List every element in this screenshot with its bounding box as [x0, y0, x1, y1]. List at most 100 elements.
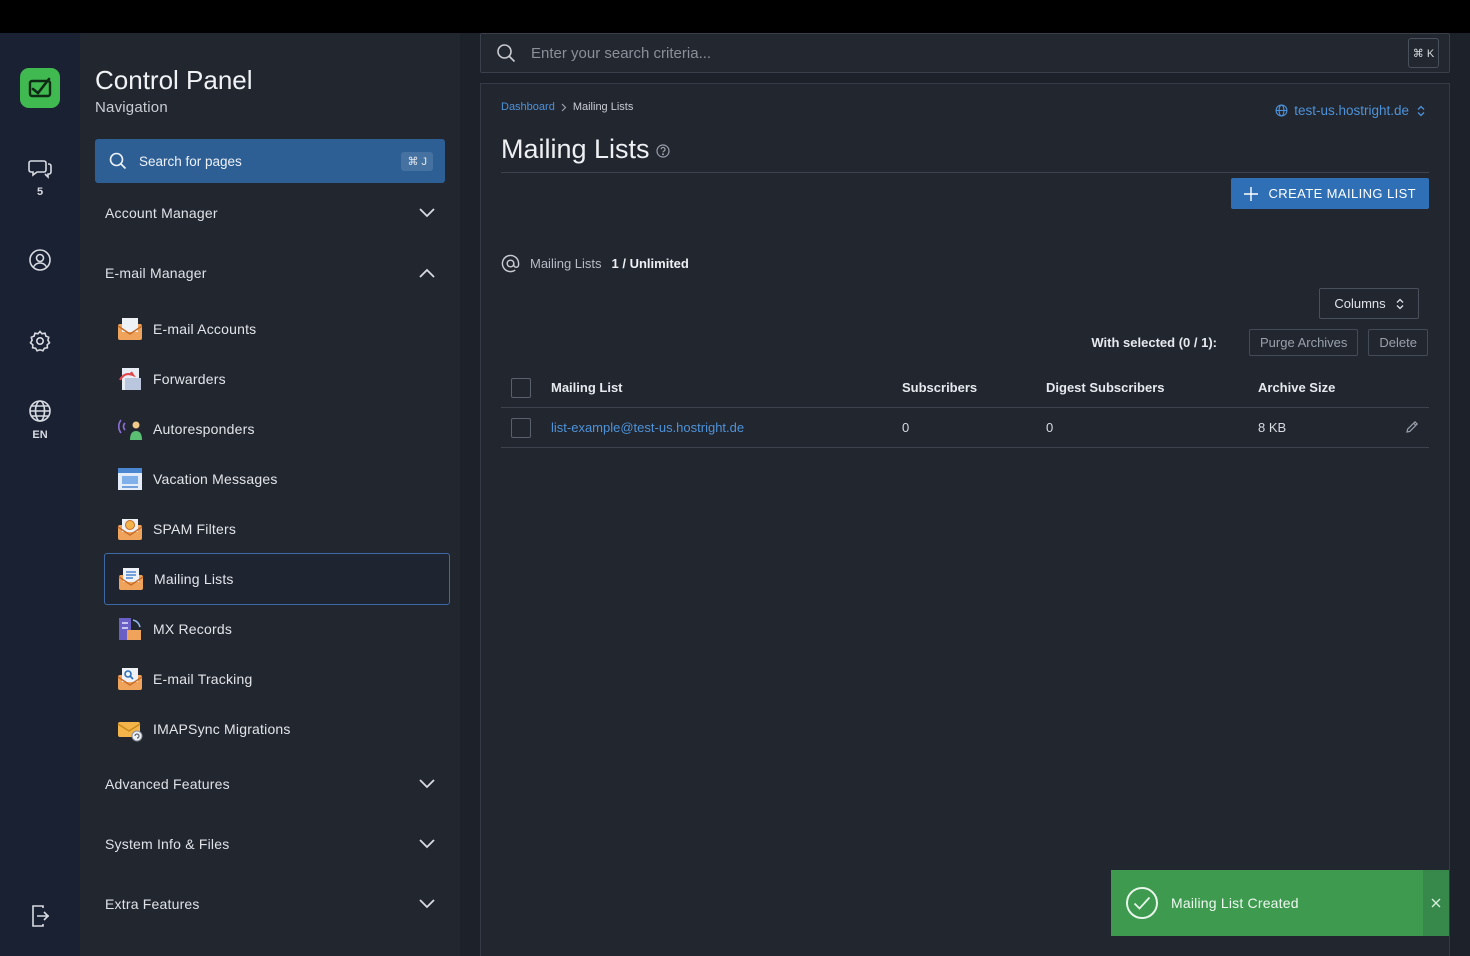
- sidebar-item-forwarders[interactable]: Forwarders: [104, 353, 450, 405]
- chevron-down-icon: [419, 208, 435, 218]
- col-subscribers[interactable]: Subscribers: [902, 380, 977, 395]
- at-sign-icon: [501, 254, 520, 273]
- sidebar-item-spam-filters[interactable]: SPAM Filters: [104, 503, 450, 555]
- digest-cell: 0: [1046, 420, 1054, 435]
- rail-logout[interactable]: [0, 904, 80, 928]
- window-top-bar: [0, 0, 1470, 33]
- columns-button[interactable]: Columns: [1319, 288, 1419, 319]
- imapsync-icon: [117, 716, 143, 742]
- updown-chevron-icon: [1417, 105, 1425, 116]
- app-logo[interactable]: [20, 68, 60, 108]
- spam-filters-icon: [117, 516, 143, 542]
- sidebar-item-label: E-mail Accounts: [153, 321, 257, 337]
- sidebar-item-label: Mailing Lists: [154, 571, 234, 587]
- col-archive-size[interactable]: Archive Size: [1258, 380, 1335, 395]
- section-system-info[interactable]: System Info & Files: [105, 832, 435, 856]
- navigation-panel: Control Panel Navigation Search for page…: [80, 33, 460, 956]
- forwarders-icon: [117, 366, 143, 392]
- quota-info: Mailing Lists 1 / Unlimited: [501, 254, 689, 273]
- page-search-button[interactable]: Search for pages ⌘ J: [95, 139, 445, 183]
- row-checkbox[interactable]: [511, 417, 531, 438]
- chevron-down-icon: [419, 899, 435, 909]
- rail-language[interactable]: EN: [0, 399, 80, 441]
- email-tracking-icon: [117, 666, 143, 692]
- toast-message: Mailing List Created: [1171, 895, 1299, 911]
- with-selected-label: With selected (0 / 1):: [1091, 335, 1217, 350]
- breadcrumb: Dashboard Mailing Lists: [501, 101, 633, 113]
- help-icon[interactable]: [655, 143, 670, 158]
- col-digest-subscribers[interactable]: Digest Subscribers: [1046, 380, 1165, 395]
- breadcrumb-dashboard[interactable]: Dashboard: [501, 101, 555, 113]
- updown-chevron-icon: [1396, 298, 1404, 309]
- section-advanced-features[interactable]: Advanced Features: [105, 772, 435, 796]
- section-account-manager[interactable]: Account Manager: [105, 201, 435, 225]
- delete-button[interactable]: Delete: [1368, 329, 1428, 356]
- mailing-list-link[interactable]: list-example@test-us.hostright.de: [551, 420, 744, 435]
- domain-selector[interactable]: test-us.hostright.de: [1275, 103, 1425, 118]
- pencil-icon[interactable]: [1405, 420, 1419, 434]
- section-label: Advanced Features: [105, 776, 230, 792]
- page-search-label: Search for pages: [139, 153, 242, 169]
- sidebar-item-email-tracking[interactable]: E-mail Tracking: [104, 653, 450, 705]
- col-mailing-list[interactable]: Mailing List: [551, 380, 623, 395]
- section-label: E-mail Manager: [105, 265, 207, 281]
- sidebar-item-label: IMAPSync Migrations: [153, 721, 291, 737]
- logout-icon: [32, 905, 50, 927]
- chat-icon: [28, 160, 52, 179]
- sidebar-item-autoresponders[interactable]: Autoresponders: [104, 403, 450, 455]
- title-divider: [501, 172, 1429, 173]
- section-extra-features[interactable]: Extra Features: [105, 892, 435, 916]
- select-all-checkbox[interactable]: [511, 377, 531, 398]
- section-label: Account Manager: [105, 205, 218, 221]
- purge-archives-button[interactable]: Purge Archives: [1248, 329, 1359, 356]
- success-toast: Mailing List Created: [1111, 870, 1449, 936]
- plus-icon: [1243, 186, 1258, 201]
- search-icon: [497, 44, 516, 63]
- mailing-lists-table: Mailing List Subscribers Digest Subscrib…: [501, 368, 1429, 448]
- user-circle-icon: [29, 249, 51, 271]
- mx-records-icon: [117, 616, 143, 642]
- table-row: list-example@test-us.hostright.de 0 0 8 …: [501, 408, 1429, 448]
- bulk-actions: With selected (0 / 1): Purge Archives De…: [1091, 329, 1428, 356]
- section-email-manager[interactable]: E-mail Manager: [105, 261, 435, 285]
- vacation-messages-icon: [117, 466, 143, 492]
- rail-chat[interactable]: 5: [0, 156, 80, 198]
- global-search[interactable]: ⌘ K: [480, 33, 1450, 73]
- chevron-up-icon: [419, 268, 435, 278]
- search-icon: [109, 152, 127, 170]
- subscribers-cell: 0: [902, 420, 910, 435]
- section-label: System Info & Files: [105, 836, 230, 852]
- sidebar-item-label: SPAM Filters: [153, 521, 237, 537]
- chevron-down-icon: [419, 779, 435, 789]
- logo-icon: [28, 77, 52, 98]
- table-header: Mailing List Subscribers Digest Subscrib…: [501, 368, 1429, 408]
- checkmark-icon: [1126, 887, 1158, 919]
- rail-profile[interactable]: [0, 248, 80, 272]
- sidebar-item-label: MX Records: [153, 621, 233, 637]
- icon-rail: 5 EN: [0, 33, 80, 956]
- create-mailing-list-button[interactable]: CREATE MAILING LIST: [1230, 178, 1429, 209]
- email-accounts-icon: [117, 316, 143, 342]
- sidebar-item-imapsync[interactable]: IMAPSync Migrations: [104, 703, 450, 755]
- close-icon[interactable]: [1423, 870, 1449, 936]
- globe-icon: [1275, 104, 1288, 117]
- create-button-label: CREATE MAILING LIST: [1268, 186, 1416, 201]
- content-panel: Dashboard Mailing Lists test-us.hostrigh…: [480, 83, 1450, 956]
- chevron-down-icon: [419, 839, 435, 849]
- sidebar-item-vacation-messages[interactable]: Vacation Messages: [104, 453, 450, 505]
- sidebar-item-email-accounts[interactable]: E-mail Accounts: [104, 303, 450, 355]
- sidebar-item-mx-records[interactable]: MX Records: [104, 603, 450, 655]
- nav-title: Control Panel: [95, 65, 253, 95]
- sidebar-item-mailing-lists[interactable]: Mailing Lists: [104, 553, 450, 605]
- nav-subtitle: Navigation: [95, 99, 168, 116]
- sidebar-item-label: Autoresponders: [153, 421, 255, 437]
- quota-label: Mailing Lists: [530, 256, 602, 271]
- columns-label: Columns: [1334, 296, 1386, 311]
- archive-size-cell: 8 KB: [1258, 420, 1287, 435]
- global-search-input[interactable]: [531, 44, 1391, 62]
- sidebar-item-label: E-mail Tracking: [153, 671, 253, 687]
- page-title-text: Mailing Lists: [501, 134, 650, 164]
- chat-count: 5: [36, 186, 44, 198]
- page-search-shortcut: ⌘ J: [401, 151, 433, 171]
- rail-settings[interactable]: [0, 329, 80, 353]
